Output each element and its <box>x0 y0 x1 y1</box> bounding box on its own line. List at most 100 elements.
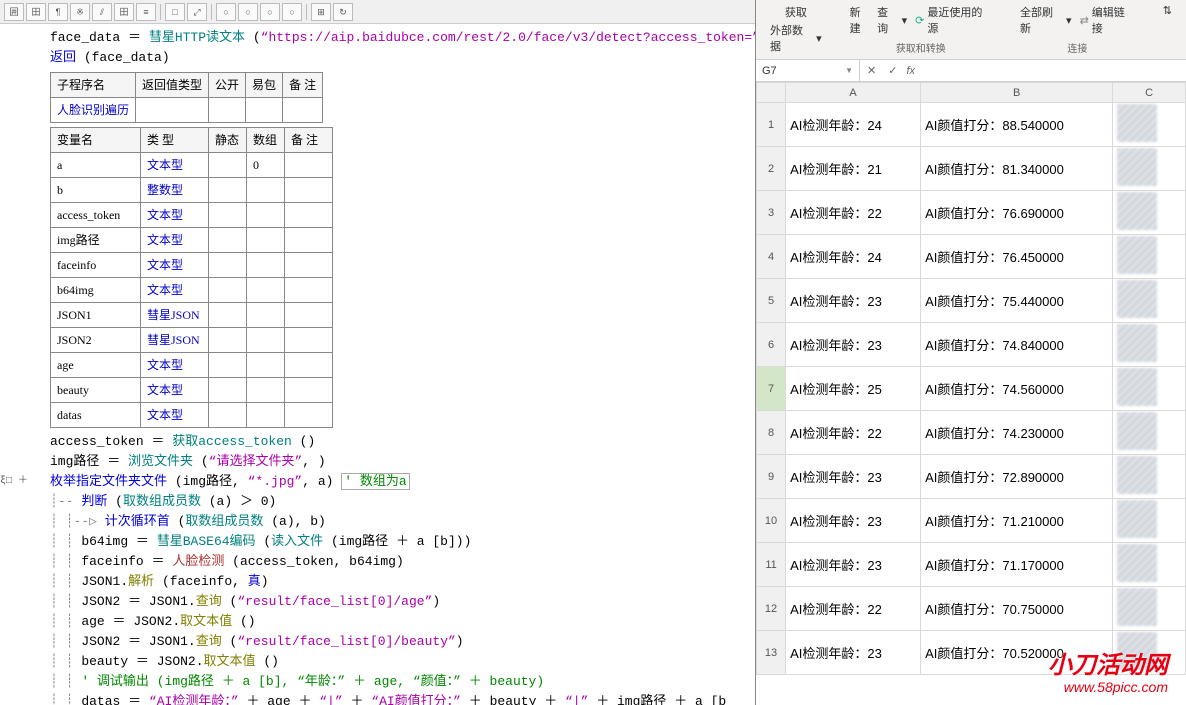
recent-sources-button[interactable]: ⟳ 最近使用的源 <box>915 4 992 36</box>
column-header[interactable]: B <box>921 83 1113 103</box>
table-cell[interactable] <box>285 253 333 278</box>
sheet-row[interactable]: 11AI检测年龄：23AI颜值打分：71.170000 <box>757 543 1186 587</box>
table-cell[interactable] <box>209 303 247 328</box>
table-cell[interactable] <box>285 178 333 203</box>
table-cell[interactable] <box>285 403 333 428</box>
refresh-all-button[interactable]: 全部刷新▾ <box>1020 4 1072 36</box>
sheet-row[interactable]: 12AI检测年龄：22AI颜值打分：70.750000 <box>757 587 1186 631</box>
sheet-row[interactable]: 6AI检测年龄：23AI颜值打分：74.840000 <box>757 323 1186 367</box>
table-cell[interactable] <box>209 153 247 178</box>
cell-image[interactable] <box>1113 543 1186 587</box>
cell[interactable]: AI颜值打分：88.540000 <box>921 103 1113 147</box>
table-cell[interactable]: b64img <box>51 278 141 303</box>
table-cell[interactable] <box>247 328 285 353</box>
toolbar-button[interactable]: ¶ <box>48 3 68 21</box>
cell-image[interactable] <box>1113 455 1186 499</box>
ribbon-sort-button[interactable]: ⇅ <box>1157 4 1178 55</box>
toolbar-button[interactable]: ○ <box>282 3 302 21</box>
table-cell[interactable] <box>247 178 285 203</box>
table-cell[interactable] <box>285 303 333 328</box>
table-cell[interactable] <box>247 303 285 328</box>
cell[interactable]: AI颜值打分：76.450000 <box>921 235 1113 279</box>
table-cell[interactable]: a <box>51 153 141 178</box>
table-row[interactable]: beauty文本型 <box>51 378 333 403</box>
table-cell[interactable]: 文本型 <box>141 253 209 278</box>
cell[interactable]: AI颜值打分：74.840000 <box>921 323 1113 367</box>
cell[interactable]: AI检测年龄：22 <box>786 191 921 235</box>
sheet-row[interactable]: 13AI检测年龄：23AI颜值打分：70.520000 <box>757 631 1186 675</box>
table-cell[interactable] <box>285 203 333 228</box>
cell-image[interactable] <box>1113 411 1186 455</box>
cell-image[interactable] <box>1113 631 1186 675</box>
variable-table[interactable]: 变量名类 型静态数组备 注 a文本型0b整数型access_token文本型im… <box>50 127 333 428</box>
table-row[interactable]: age文本型 <box>51 353 333 378</box>
row-header[interactable]: 10 <box>757 499 786 543</box>
sheet-row[interactable]: 8AI检测年龄：22AI颜值打分：74.230000 <box>757 411 1186 455</box>
table-cell[interactable]: age <box>51 353 141 378</box>
table-cell[interactable]: access_token <box>51 203 141 228</box>
new-query-button[interactable]: 新建查询▾ <box>850 4 908 36</box>
table-cell[interactable] <box>209 328 247 353</box>
table-cell[interactable] <box>285 228 333 253</box>
table-cell[interactable]: 人脸识别遍历 <box>51 98 136 123</box>
row-header[interactable]: 3 <box>757 191 786 235</box>
row-header[interactable]: 11 <box>757 543 786 587</box>
row-header[interactable]: 4 <box>757 235 786 279</box>
cell-image[interactable] <box>1113 587 1186 631</box>
table-cell[interactable] <box>247 278 285 303</box>
table-cell[interactable]: b <box>51 178 141 203</box>
cell[interactable]: AI颜值打分：71.170000 <box>921 543 1113 587</box>
cell[interactable]: AI检测年龄：24 <box>786 235 921 279</box>
table-cell[interactable] <box>209 403 247 428</box>
code-editor[interactable]: face_data ＝ 彗星HTTP读文本 (“https://aip.baid… <box>0 24 755 705</box>
toolbar-button[interactable]: ⤢ <box>187 3 207 21</box>
row-header[interactable]: 7 <box>757 367 786 411</box>
sheet-row[interactable]: 5AI检测年龄：23AI颜值打分：75.440000 <box>757 279 1186 323</box>
cell[interactable]: AI检测年龄：25 <box>786 367 921 411</box>
row-header[interactable]: 6 <box>757 323 786 367</box>
table-cell[interactable] <box>247 353 285 378</box>
cell[interactable]: AI检测年龄：23 <box>786 455 921 499</box>
sheet-row[interactable]: 4AI检测年龄：24AI颜值打分：76.450000 <box>757 235 1186 279</box>
sheet-row[interactable]: 10AI检测年龄：23AI颜值打分：71.210000 <box>757 499 1186 543</box>
table-cell[interactable]: 文本型 <box>141 228 209 253</box>
toolbar-button[interactable]: 囲 <box>4 3 24 21</box>
table-cell[interactable] <box>209 178 247 203</box>
table-cell[interactable] <box>285 328 333 353</box>
toolbar-button[interactable]: 田 <box>26 3 46 21</box>
table-cell[interactable]: datas <box>51 403 141 428</box>
table-cell[interactable] <box>283 98 323 123</box>
cell[interactable]: AI检测年龄：22 <box>786 411 921 455</box>
cell[interactable]: AI颜值打分：71.210000 <box>921 499 1113 543</box>
chevron-down-icon[interactable]: ▼ <box>845 66 853 75</box>
toolbar-button[interactable]: ○ <box>216 3 236 21</box>
edit-links-button[interactable]: ⇄ 编辑链接 <box>1080 4 1135 36</box>
toolbar-button[interactable]: ⊞ <box>311 3 331 21</box>
cancel-formula-button[interactable]: ✕ <box>864 64 879 77</box>
toolbar-button[interactable]: ⫽ <box>92 3 112 21</box>
cell[interactable]: AI颜值打分：75.440000 <box>921 279 1113 323</box>
sheet-row[interactable]: 9AI检测年龄：23AI颜值打分：72.890000 <box>757 455 1186 499</box>
cell-image[interactable] <box>1113 499 1186 543</box>
cell-image[interactable] <box>1113 367 1186 411</box>
table-cell[interactable]: 文本型 <box>141 378 209 403</box>
ribbon-group-external-data[interactable]: 获取 外部数据▾ <box>764 4 828 55</box>
cell[interactable]: AI检测年龄：23 <box>786 543 921 587</box>
spreadsheet-grid[interactable]: A B C 1AI检测年龄：24AI颜值打分：88.5400002AI检测年龄：… <box>756 82 1186 675</box>
subroutine-table[interactable]: 子程序名返回值类型公开易包备 注 人脸识别遍历 <box>50 72 323 123</box>
table-cell[interactable] <box>209 203 247 228</box>
toolbar-button[interactable]: 田 <box>114 3 134 21</box>
cell[interactable]: AI检测年龄：23 <box>786 323 921 367</box>
table-cell[interactable] <box>209 278 247 303</box>
table-cell[interactable] <box>247 253 285 278</box>
cell-image[interactable] <box>1113 235 1186 279</box>
fold-gutter[interactable]: ξ□ ＋ <box>0 472 28 492</box>
table-row[interactable]: img路径文本型 <box>51 228 333 253</box>
table-row[interactable]: b整数型 <box>51 178 333 203</box>
table-cell[interactable]: 文本型 <box>141 403 209 428</box>
row-header[interactable]: 2 <box>757 147 786 191</box>
table-cell[interactable] <box>247 228 285 253</box>
cell[interactable]: AI检测年龄：24 <box>786 103 921 147</box>
table-cell[interactable] <box>247 203 285 228</box>
table-cell[interactable]: 文本型 <box>141 353 209 378</box>
